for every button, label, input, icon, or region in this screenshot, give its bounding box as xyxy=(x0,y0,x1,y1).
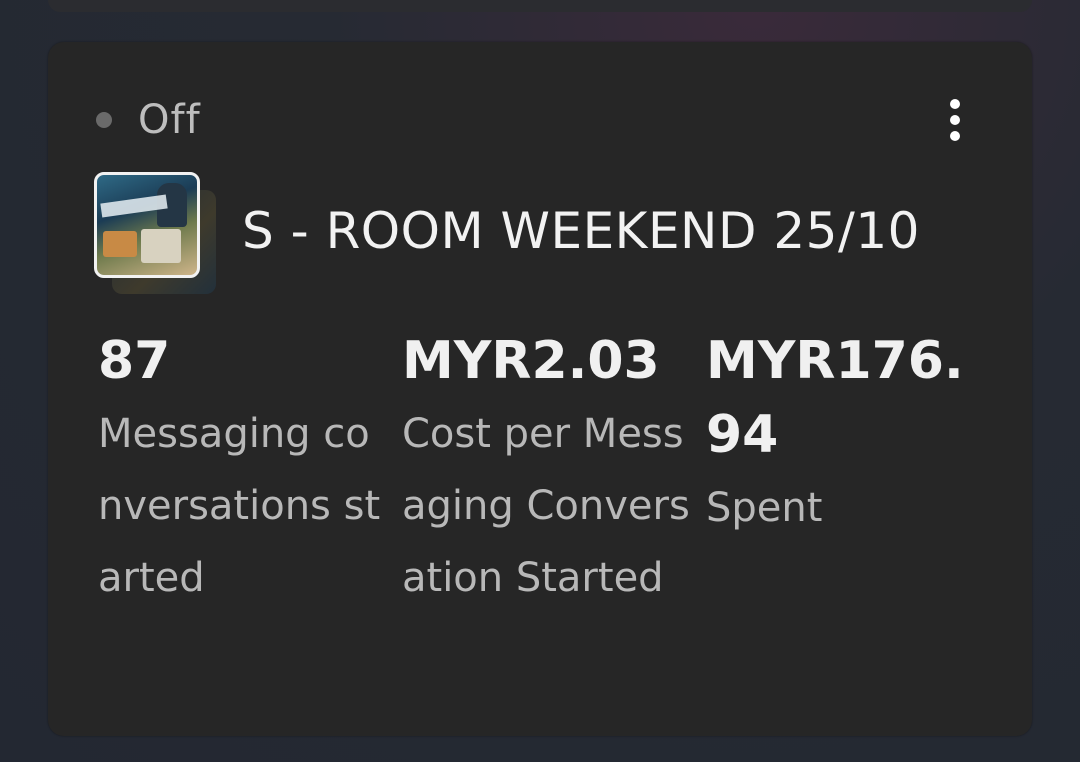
metric-cost-per-conversation: MYR2.03 Cost per Messaging Conversation … xyxy=(402,324,692,614)
previous-card-edge xyxy=(48,0,1032,12)
metric-label: Spent xyxy=(706,485,823,531)
more-options-icon[interactable] xyxy=(940,98,970,142)
status-label: Off xyxy=(138,97,201,143)
campaign-name[interactable]: S - ROOM WEEKEND 25/10 xyxy=(242,202,920,260)
metric-label: Messaging conversations started xyxy=(98,411,381,601)
metric-spent: MYR176.94 Spent xyxy=(706,324,996,544)
ad-creative-image xyxy=(94,172,200,278)
metric-value: MYR2.03 xyxy=(402,331,660,391)
metric-conversations: 87 Messaging conversations started xyxy=(98,324,388,614)
metric-value: 87 xyxy=(98,331,171,391)
campaign-card[interactable]: Off S - ROOM WEEKEND 25/10 87 Messaging … xyxy=(48,42,1032,736)
campaign-status: Off xyxy=(96,97,201,143)
metric-value: MYR176.94 xyxy=(706,331,964,465)
status-dot-icon xyxy=(96,112,112,128)
ad-thumbnail[interactable] xyxy=(94,172,220,296)
metric-label: Cost per Messaging Conversation Started xyxy=(402,411,690,601)
